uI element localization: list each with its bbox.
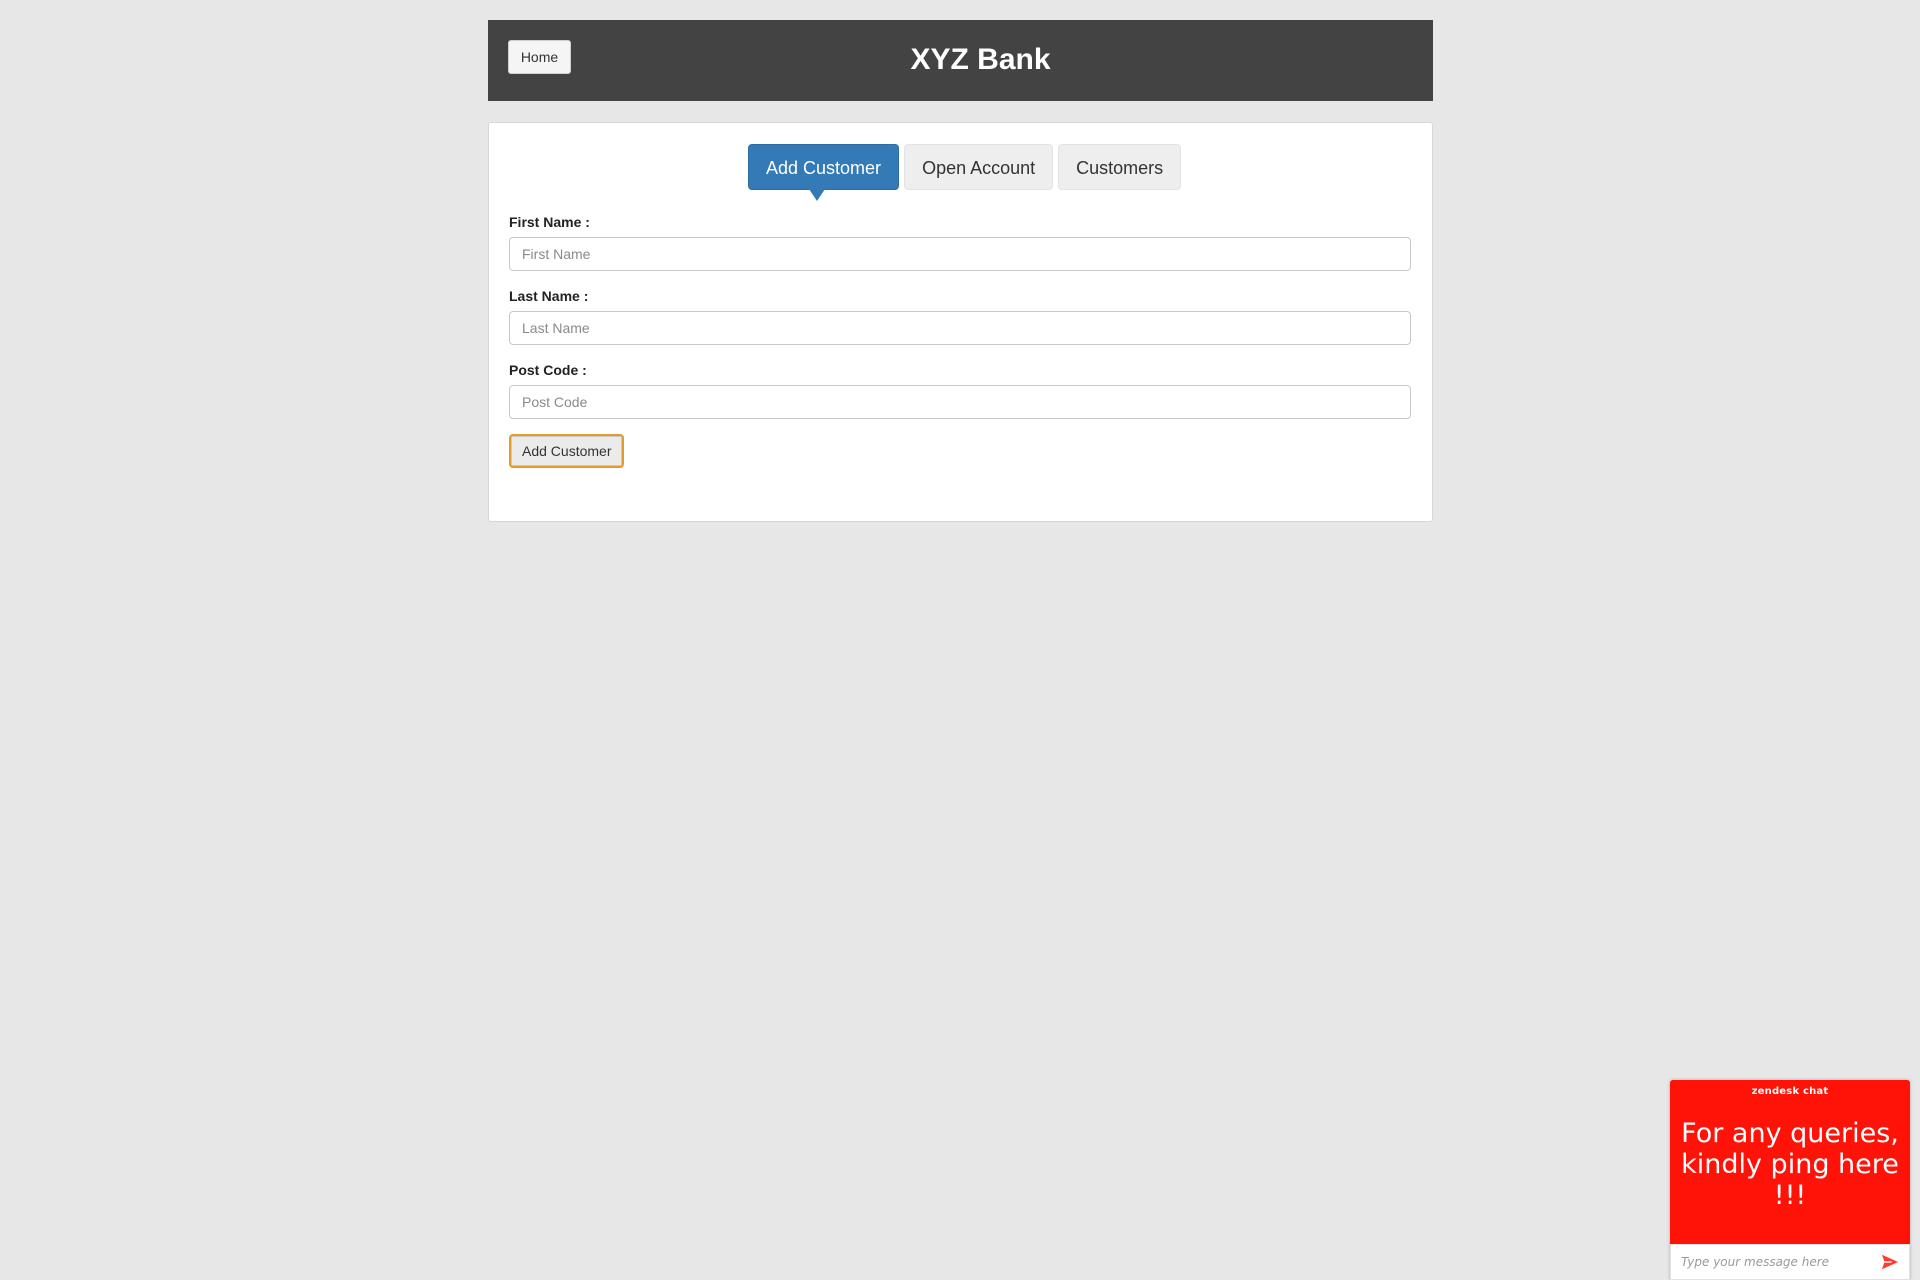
first-name-label: First Name : xyxy=(509,214,590,230)
first-name-group: First Name : xyxy=(509,212,1411,271)
last-name-input[interactable] xyxy=(509,311,1411,345)
tab-label: Open Account xyxy=(922,158,1036,178)
send-icon[interactable] xyxy=(1881,1253,1899,1271)
first-name-input[interactable] xyxy=(509,237,1411,271)
chat-message-input[interactable] xyxy=(1671,1245,1871,1279)
tab-label: Customers xyxy=(1076,158,1164,178)
app-header: Home XYZ Bank xyxy=(488,20,1433,101)
last-name-label: Last Name : xyxy=(509,288,589,304)
tab-customers[interactable]: Customers xyxy=(1058,144,1182,190)
chat-input-bar xyxy=(1670,1244,1910,1280)
chat-brand-label: zendesk chat xyxy=(1751,1086,1829,1097)
add-customer-form: First Name : Last Name : Post Code : Add… xyxy=(509,212,1411,468)
add-customer-submit-button[interactable]: Add Customer xyxy=(509,434,625,468)
post-code-input[interactable] xyxy=(509,385,1411,419)
tab-label: Add Customer xyxy=(766,158,882,178)
tab-bar: Add Customer Open Account Customers xyxy=(748,144,1182,201)
chat-greeting: For any queries, kindly ping here !!! xyxy=(1681,1118,1899,1211)
active-tab-caret xyxy=(809,189,825,201)
post-code-label: Post Code : xyxy=(509,362,587,378)
main-panel: Add Customer Open Account Customers Firs… xyxy=(488,122,1433,522)
chat-widget[interactable]: zendesk chat For any queries, kindly pin… xyxy=(1670,1080,1910,1280)
last-name-group: Last Name : xyxy=(509,286,1411,345)
post-code-group: Post Code : xyxy=(509,360,1411,419)
tab-open-account[interactable]: Open Account xyxy=(904,144,1054,190)
page-title: XYZ Bank xyxy=(910,43,1051,76)
tab-add-customer[interactable]: Add Customer xyxy=(748,144,900,201)
